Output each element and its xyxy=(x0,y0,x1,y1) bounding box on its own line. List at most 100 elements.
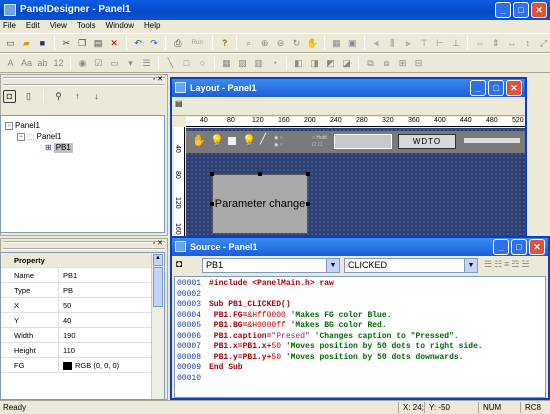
layout-canvas[interactable]: ✋ 💡 💡 ╱ ◉ ○ ◉ ○ ○ Hold ☐ ☐ WDTO Parameter … xyxy=(186,128,525,241)
table-row[interactable]: FG RGB (0, 0, 0) xyxy=(1,358,151,373)
redo-icon[interactable]: ↷ xyxy=(148,37,161,50)
property-value[interactable]: PB1 xyxy=(59,268,77,282)
rectangle-icon[interactable]: □ xyxy=(180,57,193,70)
property-value[interactable]: 190 xyxy=(59,328,76,342)
help-icon[interactable]: ? xyxy=(218,37,231,50)
new-file-icon[interactable]: ▭ xyxy=(4,37,17,50)
collapse-icon[interactable]: − xyxy=(17,133,25,141)
page-icon[interactable]: ▤ xyxy=(175,99,189,113)
table-row[interactable]: Name PB1 xyxy=(1,268,151,283)
layer-icon-4[interactable]: ◪ xyxy=(340,57,353,70)
panel-grip[interactable] xyxy=(3,241,165,250)
property-value[interactable]: 40 xyxy=(59,313,71,327)
align-left-icon[interactable]: ⫷ xyxy=(370,37,383,50)
bookmark-icon[interactable]: ☱ xyxy=(522,259,530,270)
zoom-icon[interactable]: ⌕ xyxy=(242,37,255,50)
event-combo[interactable]: CLICKED ▼ xyxy=(344,258,478,273)
menu-file[interactable]: File xyxy=(3,20,16,32)
chevron-down-icon[interactable]: ▼ xyxy=(464,259,477,272)
align-right-icon[interactable]: ⫸ xyxy=(402,37,415,50)
group-icon[interactable]: ⊞ xyxy=(396,57,409,70)
copy-icon[interactable]: ❐ xyxy=(76,37,89,50)
ungroup-icon[interactable]: ⊟ xyxy=(412,57,425,70)
button-icon[interactable]: ▭ xyxy=(108,57,121,70)
resize-handle[interactable] xyxy=(210,202,214,206)
align-center-icon[interactable]: ⫼ xyxy=(386,37,399,50)
page-icon[interactable]: ▯ xyxy=(22,90,35,103)
table-row[interactable]: Y 40 xyxy=(1,313,151,328)
radio-icon[interactable]: ◉ xyxy=(76,57,89,70)
collapse-icon[interactable]: − xyxy=(5,122,13,130)
ab-icon[interactable]: ab xyxy=(36,57,49,70)
table-row[interactable]: Type PB xyxy=(1,283,151,298)
tree-item-panel[interactable]: − ⬚ Panel1 xyxy=(17,132,61,142)
line-icon[interactable]: ╲ xyxy=(164,57,177,70)
resize-handle[interactable] xyxy=(258,172,262,176)
bring-front-icon[interactable]: ⧉ xyxy=(364,57,377,70)
grid-icon[interactable]: ▦ xyxy=(330,37,343,50)
table-row[interactable]: X 50 xyxy=(1,298,151,313)
numeric-icon[interactable]: 12 xyxy=(52,57,65,70)
rotate-icon[interactable]: ↻ xyxy=(290,37,303,50)
panel-icon[interactable]: ◘ xyxy=(3,89,16,103)
panel-close-icon[interactable]: ▫ ✕ xyxy=(153,75,163,83)
send-back-icon[interactable]: ⧈ xyxy=(380,57,393,70)
print-icon[interactable]: ⎙ xyxy=(171,37,184,50)
save-icon[interactable]: ■ xyxy=(36,37,49,50)
cut-icon[interactable]: ✂ xyxy=(60,37,73,50)
align-middle-icon[interactable]: ⊢ xyxy=(434,37,447,50)
panel-grip[interactable] xyxy=(3,77,165,86)
delete-icon[interactable]: ✕ xyxy=(108,37,121,50)
checkbox-icon[interactable]: ☑ xyxy=(92,57,105,70)
indent-icon[interactable]: ☰ xyxy=(484,259,492,270)
source-close-button[interactable]: ✕ xyxy=(529,239,545,255)
layer-icon-3[interactable]: ◩ xyxy=(324,57,337,70)
maximize-button[interactable]: □ xyxy=(513,2,529,18)
move-up-icon[interactable]: ↑ xyxy=(71,90,84,103)
panel-close-icon[interactable]: ▫ ✕ xyxy=(153,239,163,247)
property-value[interactable]: PB xyxy=(59,283,73,297)
code-editor[interactable]: 00001 #include <PanelMain.h> raw 00002 00… xyxy=(174,276,546,398)
chevron-down-icon[interactable]: ▼ xyxy=(326,259,339,272)
hierarchy-icon[interactable]: ⚲ xyxy=(52,90,65,103)
run-button[interactable]: Run xyxy=(187,37,207,50)
tree-item-root[interactable]: − Panel1 xyxy=(5,121,40,131)
same-size-icon[interactable]: ⤢ xyxy=(537,37,550,50)
menu-edit[interactable]: Edit xyxy=(26,20,40,32)
tree-item-pb1[interactable]: ⊞ PB1 xyxy=(45,143,73,153)
hand-icon[interactable]: ✋ xyxy=(306,37,319,50)
layout-minimize-button[interactable]: _ xyxy=(470,80,486,96)
label-icon[interactable]: Aa xyxy=(20,57,33,70)
listbox-icon[interactable]: ☰ xyxy=(140,57,153,70)
chart-icon[interactable]: ▥ xyxy=(252,57,265,70)
minimize-button[interactable]: _ xyxy=(495,2,511,18)
comment-icon[interactable]: ≡ xyxy=(504,259,509,270)
table-icon[interactable]: ▦ xyxy=(220,57,233,70)
same-width-icon[interactable]: ↔ xyxy=(505,37,518,50)
uncomment-icon[interactable]: ☲ xyxy=(511,259,519,270)
layer-icon-1[interactable]: ◧ xyxy=(292,57,305,70)
layout-close-button[interactable]: ✕ xyxy=(506,80,522,96)
source-maximize-button[interactable]: □ xyxy=(511,239,527,255)
frame-icon[interactable]: ▣ xyxy=(346,37,359,50)
property-value[interactable]: RGB (0, 0, 0) xyxy=(59,358,119,372)
layer-icon-2[interactable]: ◨ xyxy=(308,57,321,70)
paste-icon[interactable]: ▤ xyxy=(92,37,105,50)
image-icon[interactable]: ▨ xyxy=(236,57,249,70)
space-vertical-icon[interactable]: ⇕ xyxy=(489,37,502,50)
dropdown-icon[interactable]: ▾ xyxy=(124,57,137,70)
text-a-icon[interactable]: A xyxy=(4,57,17,70)
open-folder-icon[interactable]: ▰ xyxy=(20,37,33,50)
menu-help[interactable]: Help xyxy=(144,20,160,32)
resize-handle[interactable] xyxy=(306,202,310,206)
move-down-icon[interactable]: ↓ xyxy=(90,90,103,103)
scrollbar[interactable]: ▲ xyxy=(151,253,164,399)
resize-handle[interactable] xyxy=(306,172,310,176)
undo-icon[interactable]: ↶ xyxy=(132,37,145,50)
resize-handle[interactable] xyxy=(210,172,214,176)
align-bottom-icon[interactable]: ⊥ xyxy=(449,37,462,50)
menu-window[interactable]: Window xyxy=(106,20,134,32)
ellipse-icon[interactable]: ○ xyxy=(196,57,209,70)
layout-maximize-button[interactable]: □ xyxy=(488,80,504,96)
zoom-out-icon[interactable]: ⊖ xyxy=(274,37,287,50)
